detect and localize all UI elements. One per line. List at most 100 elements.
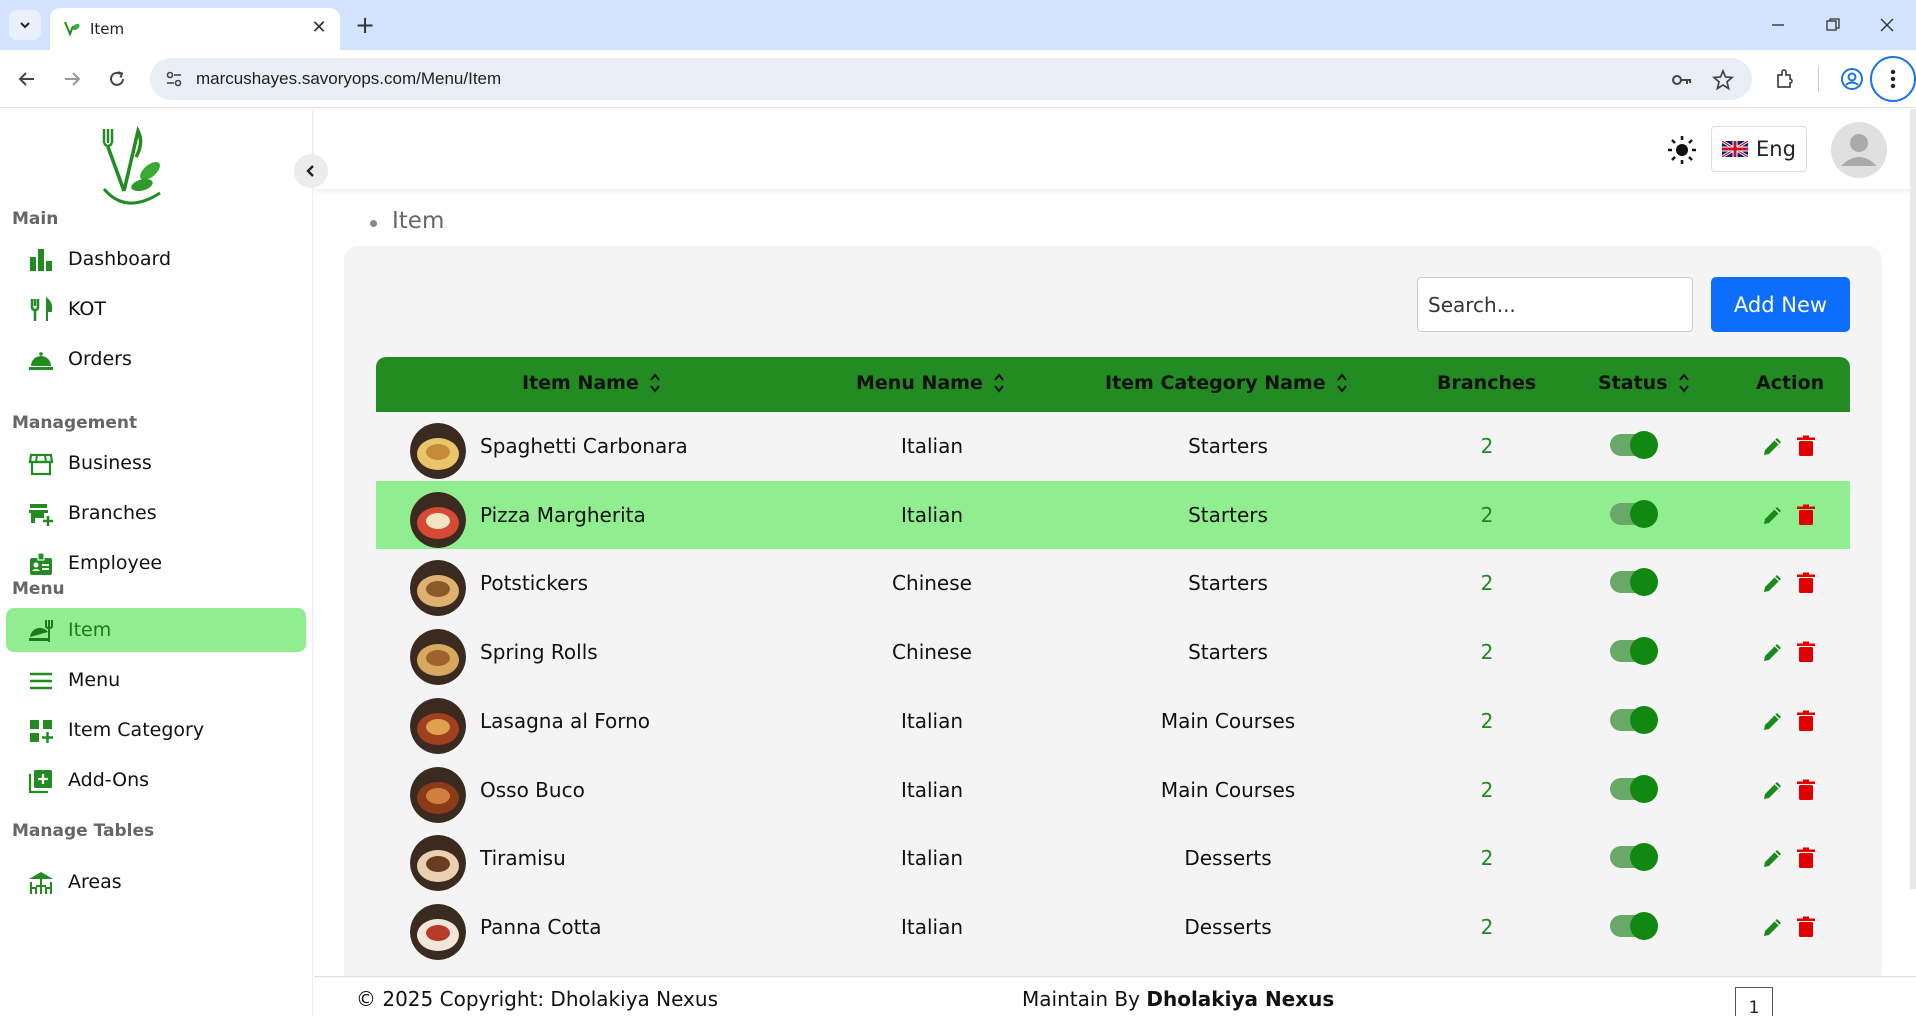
footer: © 2025 Copyright: Dholakiya Nexus Mainta… xyxy=(314,976,1916,1016)
edit-pencil-icon[interactable] xyxy=(1761,915,1785,939)
edit-pencil-icon[interactable] xyxy=(1761,640,1785,664)
menu-name-cell: Italian xyxy=(900,914,964,939)
column-label: Branches xyxy=(1437,372,1537,394)
status-toggle[interactable] xyxy=(1610,774,1658,803)
omnibox[interactable]: marcushayes.savoryops.com/Menu/Item xyxy=(150,58,1752,100)
sidebar-item-dashboard[interactable]: Dashboard xyxy=(6,237,306,281)
delete-trash-icon[interactable] xyxy=(1794,503,1818,527)
add-new-button[interactable]: Add New xyxy=(1711,277,1850,332)
column-label: Menu Name xyxy=(856,372,983,394)
url-text[interactable]: marcushayes.savoryops.com/Menu/Item xyxy=(196,69,501,89)
theme-toggle-sun-icon[interactable] xyxy=(1667,135,1697,165)
item-name-cell: Spaghetti Carbonara xyxy=(480,434,688,458)
delete-trash-icon[interactable] xyxy=(1794,778,1818,802)
reload-icon[interactable] xyxy=(102,64,132,94)
sidebar-item-business[interactable]: Business xyxy=(6,441,306,485)
sidebar-item-branches[interactable]: Branches xyxy=(6,491,306,535)
edit-pencil-icon[interactable] xyxy=(1761,503,1785,527)
sidebar-item-label: Dashboard xyxy=(68,248,172,270)
forward-icon[interactable] xyxy=(57,64,87,94)
collapse-sidebar-button[interactable] xyxy=(294,154,328,188)
table-row[interactable]: Pizza Margherita Italian Starters 2 xyxy=(376,480,1850,550)
extensions-icon[interactable] xyxy=(1770,64,1800,94)
avatar[interactable] xyxy=(1831,122,1887,178)
category-cell: Starters xyxy=(1188,571,1268,596)
edit-pencil-icon[interactable] xyxy=(1761,434,1785,458)
sort-icon[interactable] xyxy=(993,372,1005,394)
sidebar-item-label: Add-Ons xyxy=(68,769,150,791)
toggle-knob xyxy=(1630,499,1658,528)
sidebar-item-orders[interactable]: Orders xyxy=(6,337,306,381)
back-icon[interactable] xyxy=(12,64,42,94)
sidebar-item-kot[interactable]: KOT xyxy=(6,287,306,331)
delete-trash-icon[interactable] xyxy=(1794,709,1818,733)
restore-icon[interactable] xyxy=(1818,10,1848,40)
table-header: Item Name Menu Name Item Category Name B… xyxy=(376,357,1850,412)
bookmark-star-icon[interactable] xyxy=(1711,68,1735,92)
edit-pencil-icon[interactable] xyxy=(1761,709,1785,733)
language-selector[interactable]: Eng xyxy=(1711,126,1807,172)
site-settings-icon[interactable] xyxy=(164,69,184,89)
password-key-icon[interactable] xyxy=(1670,68,1694,92)
sidebar-item-areas[interactable]: Areas xyxy=(6,860,306,904)
table-row[interactable]: Panna Cotta Italian Desserts 2 xyxy=(376,892,1850,962)
status-toggle[interactable] xyxy=(1610,705,1658,734)
sidebar-item-menu[interactable]: Menu xyxy=(6,658,306,702)
status-toggle[interactable] xyxy=(1610,568,1658,597)
status-toggle[interactable] xyxy=(1610,431,1658,459)
column-label: Action xyxy=(1756,372,1825,394)
deck-icon xyxy=(29,872,53,894)
tab-search-button[interactable] xyxy=(9,10,41,40)
edit-pencil-icon[interactable] xyxy=(1761,571,1785,595)
menu-name-cell: Italian xyxy=(900,777,964,802)
column-header-item-name[interactable]: Item Name xyxy=(522,372,661,394)
menu-name-cell: Italian xyxy=(900,846,964,871)
toggle-knob xyxy=(1630,774,1658,803)
top-header: Eng xyxy=(314,109,1916,189)
pagination-page-button[interactable]: 1 xyxy=(1735,987,1773,1016)
table-row[interactable]: Tiramisu Italian Desserts 2 xyxy=(376,824,1850,894)
menu-name-cell: Italian xyxy=(900,708,964,733)
table-row[interactable]: Osso Buco Italian Main Courses 2 xyxy=(376,755,1850,825)
status-toggle[interactable] xyxy=(1610,499,1658,528)
delete-trash-icon[interactable] xyxy=(1794,846,1818,870)
table-row[interactable]: Spring Rolls Chinese Starters 2 xyxy=(376,618,1850,688)
minimize-icon[interactable] xyxy=(1763,10,1793,40)
browser-tab[interactable]: Item ✕ xyxy=(50,8,340,50)
column-header-menu-name[interactable]: Menu Name xyxy=(856,372,1005,394)
item-thumbnail xyxy=(410,629,466,686)
close-tab-icon[interactable]: ✕ xyxy=(308,16,330,38)
sidebar-item-item[interactable]: Item xyxy=(6,608,306,652)
profile-icon[interactable] xyxy=(1837,64,1867,94)
branches-cell: 2 xyxy=(1480,777,1494,802)
sort-icon[interactable] xyxy=(1336,372,1348,394)
sort-icon[interactable] xyxy=(649,372,661,394)
sidebar-item-label: Business xyxy=(68,452,152,474)
table-row[interactable]: Lasagna al Forno Italian Main Courses 2 xyxy=(376,686,1850,756)
column-header-status[interactable]: Status xyxy=(1598,372,1690,394)
sidebar-item-add-ons[interactable]: Add-Ons xyxy=(6,758,306,802)
new-tab-icon[interactable]: + xyxy=(352,11,378,39)
status-toggle[interactable] xyxy=(1610,637,1658,666)
sort-icon[interactable] xyxy=(1678,372,1690,394)
page-scrollbar[interactable] xyxy=(1910,109,1916,889)
status-toggle[interactable] xyxy=(1610,911,1658,940)
menu-name-cell: Italian xyxy=(900,434,964,458)
table-row[interactable]: Potstickers Chinese Starters 2 xyxy=(376,549,1850,619)
delete-trash-icon[interactable] xyxy=(1794,915,1818,939)
sidebar-item-item-category[interactable]: Item Category xyxy=(6,708,306,752)
close-window-icon[interactable] xyxy=(1872,10,1902,40)
delete-trash-icon[interactable] xyxy=(1794,640,1818,664)
sidebar-section-manage-tables: Manage Tables xyxy=(12,821,155,841)
search-input[interactable] xyxy=(1417,277,1693,332)
edit-pencil-icon[interactable] xyxy=(1761,846,1785,870)
edit-pencil-icon[interactable] xyxy=(1761,778,1785,802)
menu-name-cell: Chinese xyxy=(892,571,972,596)
status-toggle[interactable] xyxy=(1610,843,1658,872)
table-row[interactable]: Spaghetti Carbonara Italian Starters 2 xyxy=(376,412,1850,481)
menu-name-cell: Chinese xyxy=(892,640,972,665)
delete-trash-icon[interactable] xyxy=(1794,434,1818,458)
browser-menu-icon[interactable] xyxy=(1870,56,1916,102)
column-header-item-category-name[interactable]: Item Category Name xyxy=(1105,372,1348,394)
delete-trash-icon[interactable] xyxy=(1794,571,1818,595)
